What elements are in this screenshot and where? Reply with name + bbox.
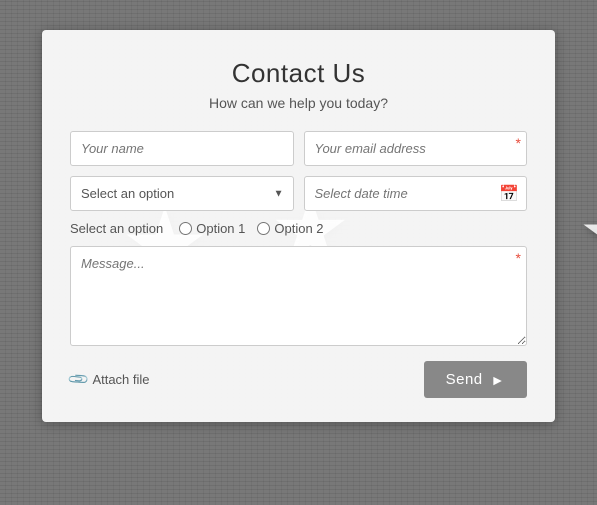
bottom-row: 📎 Attach file Send ►	[70, 361, 527, 398]
date-input[interactable]	[304, 176, 528, 211]
select-date-row: Select an option Option 1 Option 2 Optio…	[70, 176, 527, 211]
radio-input-1[interactable]	[179, 222, 192, 235]
name-email-row: *	[70, 131, 527, 166]
name-field	[70, 131, 294, 166]
radio-option-2[interactable]: Option 2	[257, 221, 323, 236]
send-button[interactable]: Send ►	[424, 361, 527, 398]
attach-file-label: Attach file	[92, 372, 149, 387]
attach-file-button[interactable]: 📎 Attach file	[70, 371, 150, 388]
message-required: *	[516, 250, 521, 266]
message-textarea[interactable]	[70, 246, 527, 346]
email-field: *	[304, 131, 528, 166]
name-input[interactable]	[70, 131, 294, 166]
option-select[interactable]: Select an option Option 1 Option 2 Optio…	[70, 176, 294, 211]
email-required: *	[516, 135, 521, 151]
email-input[interactable]	[304, 131, 528, 166]
contact-form-card: Contact Us How can we help you today? * …	[42, 30, 555, 422]
radio-label-2: Option 2	[274, 221, 323, 236]
send-icon: ►	[491, 372, 505, 388]
radio-row: Select an option Option 1 Option 2	[70, 221, 527, 236]
radio-input-2[interactable]	[257, 222, 270, 235]
radio-option-1[interactable]: Option 1	[179, 221, 245, 236]
send-button-label: Send	[446, 371, 483, 388]
radio-group-label: Select an option	[70, 221, 163, 236]
date-wrapper: 📅	[304, 176, 528, 211]
paperclip-icon: 📎	[67, 367, 91, 391]
select-wrapper: Select an option Option 1 Option 2 Optio…	[70, 176, 294, 211]
radio-label-1: Option 1	[196, 221, 245, 236]
form-subtitle: How can we help you today?	[70, 95, 527, 111]
message-wrapper: *	[70, 246, 527, 351]
form-title: Contact Us	[70, 58, 527, 89]
